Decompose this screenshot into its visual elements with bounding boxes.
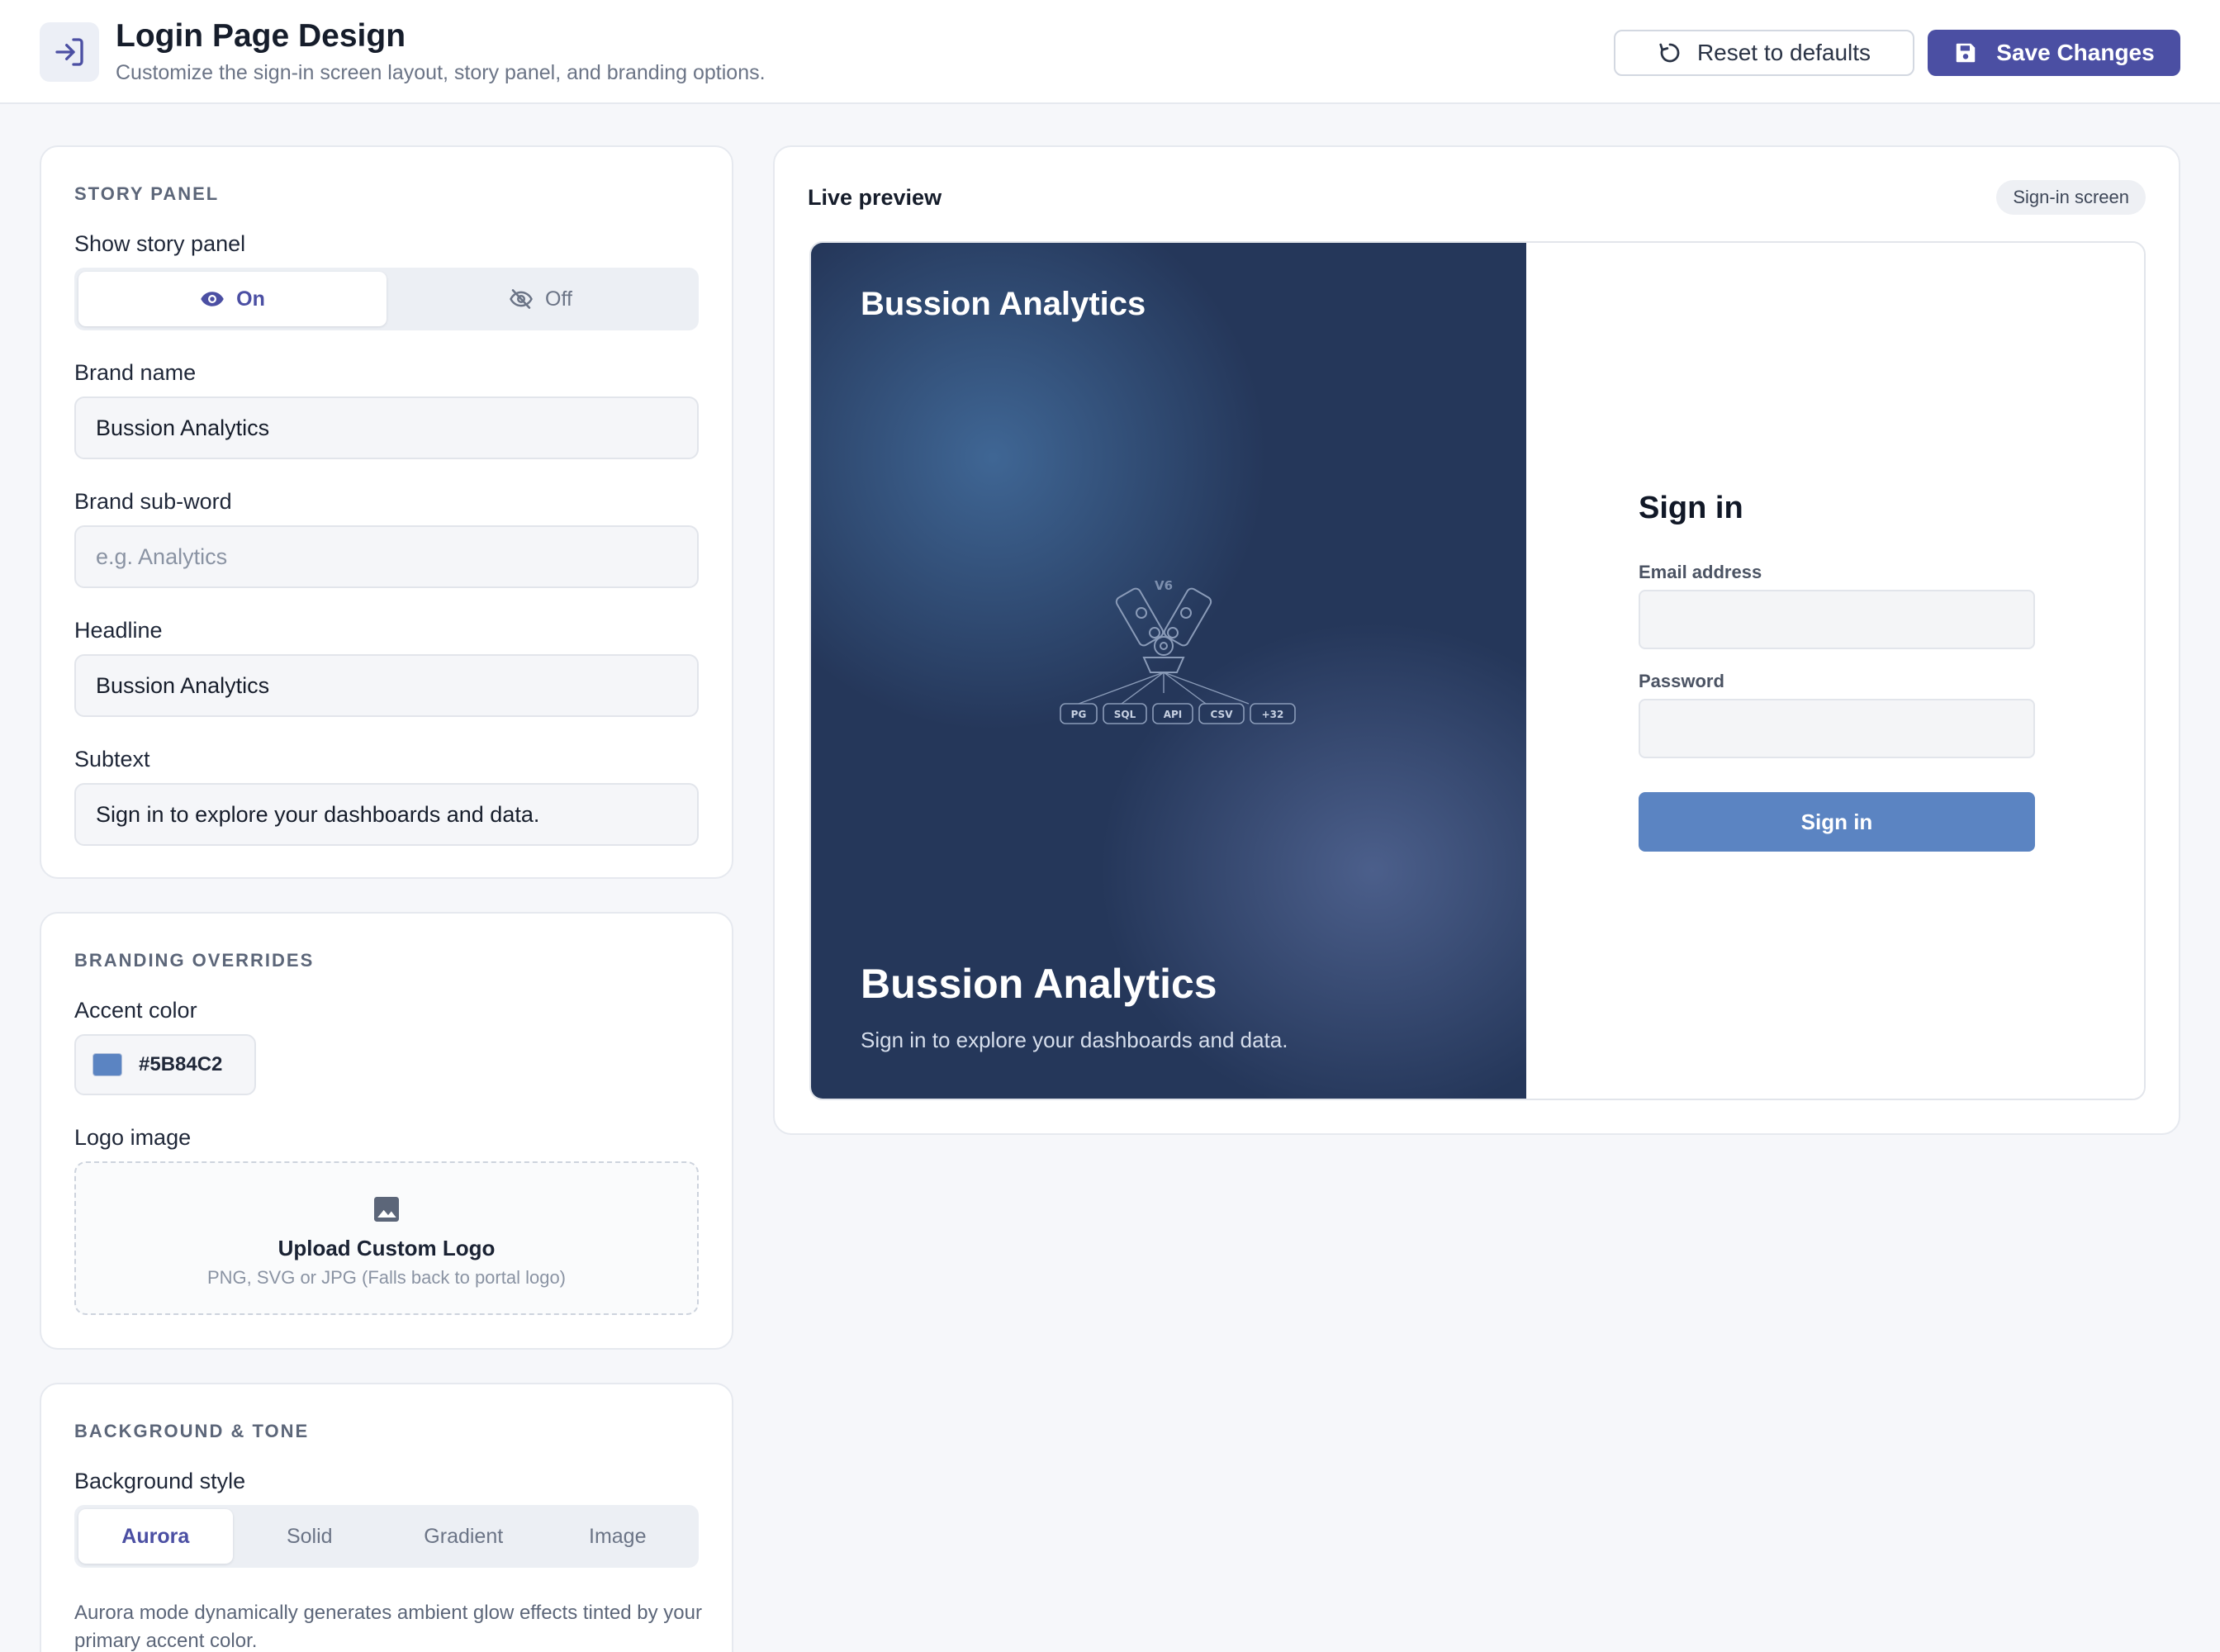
accent-color-value: #5B84C2 — [139, 1053, 223, 1075]
background-tone-card: BACKGROUND & TONE Background style Auror… — [40, 1383, 733, 1652]
page-header: Login Page Design Customize the sign-in … — [0, 0, 2220, 104]
eye-icon — [201, 292, 224, 306]
image-icon — [374, 1197, 399, 1222]
reset-defaults-button[interactable]: Reset to defaults — [1614, 30, 1914, 76]
preview-title: Live preview — [808, 185, 942, 210]
brand-name-label: Brand name — [74, 360, 197, 385]
source-tag-sql: SQL — [1114, 709, 1136, 720]
color-swatch — [92, 1053, 122, 1076]
subtext-label: Subtext — [74, 747, 150, 771]
aurora-note: Aurora mode dynamically generates ambien… — [74, 1602, 702, 1652]
save-icon — [1957, 43, 1976, 63]
toggle-on-option[interactable]: On — [78, 272, 387, 326]
save-label: Save Changes — [1996, 40, 2155, 65]
page-title: Login Page Design — [116, 18, 406, 54]
live-preview-card: Live preview Sign-in screen Bussion Anal… — [773, 145, 2180, 1135]
headline-input[interactable]: Bussion Analytics — [74, 654, 699, 717]
password-label: Password — [1639, 671, 1724, 691]
story-headline: Bussion Analytics — [861, 961, 1217, 1007]
connector-lines — [1078, 672, 1250, 705]
background-style-selector: Aurora Solid Gradient Image — [74, 1505, 699, 1568]
accent-color-picker[interactable]: #5B84C2 — [74, 1034, 256, 1095]
brand-subword-input[interactable]: e.g. Analytics — [74, 525, 699, 588]
style-option-aurora[interactable]: Aurora — [78, 1509, 233, 1564]
upload-hint: PNG, SVG or JPG (Falls back to portal lo… — [206, 1267, 567, 1288]
data-engine-illustration: V6 PG SQL API CSV +32 — [1060, 578, 1296, 724]
reset-icon — [1659, 43, 1680, 63]
page-subtitle: Customize the sign-in screen layout, sto… — [116, 61, 766, 84]
eye-off-icon — [510, 289, 533, 309]
headline-label: Headline — [74, 618, 163, 643]
engine-icon — [1115, 587, 1212, 673]
branding-overrides-card: BRANDING OVERRIDES Accent color #5B84C2 … — [40, 912, 733, 1350]
toggle-on-label: On — [236, 287, 265, 311]
preview-frame: Bussion Analytics V6 PG SQL API CSV +32 … — [809, 241, 2146, 1100]
show-story-label: Show story panel — [74, 231, 246, 256]
save-changes-button[interactable]: Save Changes — [1928, 30, 2180, 76]
email-field[interactable] — [1639, 590, 2035, 649]
engine-label: V6 — [1155, 578, 1173, 593]
style-option-gradient[interactable]: Gradient — [387, 1509, 541, 1564]
brand-subword-label: Brand sub-word — [74, 489, 232, 514]
subtext-input[interactable]: Sign in to explore your dashboards and d… — [74, 783, 699, 846]
logo-upload-dropzone[interactable]: Upload Custom Logo PNG, SVG or JPG (Fall… — [74, 1161, 699, 1315]
toggle-off-option[interactable]: Off — [387, 272, 695, 326]
logo-image-label: Logo image — [74, 1125, 192, 1150]
style-option-image[interactable]: Image — [541, 1509, 695, 1564]
reset-label: Reset to defaults — [1696, 40, 1871, 65]
password-field[interactable] — [1639, 699, 2035, 758]
style-option-solid[interactable]: Solid — [233, 1509, 387, 1564]
story-panel-preview: Bussion Analytics V6 PG SQL API CSV +32 … — [811, 243, 1526, 1099]
source-tag-csv: CSV — [1211, 709, 1234, 720]
story-subtext: Sign in to explore your dashboards and d… — [861, 1028, 1288, 1052]
brand-name-input[interactable]: Bussion Analytics — [74, 396, 699, 459]
accent-color-label: Accent color — [74, 998, 197, 1023]
signin-button[interactable]: Sign in — [1639, 792, 2035, 852]
story-panel-card: STORY PANEL Show story panel On Off Bran… — [40, 145, 733, 879]
section-title: STORY PANEL — [74, 183, 220, 204]
email-label: Email address — [1639, 562, 1762, 582]
source-tag-api: API — [1164, 709, 1183, 720]
toggle-off-label: Off — [545, 287, 572, 311]
section-title: BACKGROUND & TONE — [74, 1421, 310, 1441]
source-tag-pg: PG — [1071, 709, 1087, 720]
source-tag-more: +32 — [1262, 709, 1284, 720]
story-brand: Bussion Analytics — [861, 286, 1146, 322]
section-title: BRANDING OVERRIDES — [74, 950, 315, 971]
preview-badge: Sign-in screen — [1996, 180, 2146, 215]
story-toggle: On Off — [74, 268, 699, 330]
upload-title: Upload Custom Logo — [278, 1236, 496, 1260]
background-style-label: Background style — [74, 1469, 246, 1493]
login-icon — [40, 22, 99, 82]
signin-title: Sign in — [1639, 491, 1743, 525]
signin-panel-preview: Sign in Email address Password Sign in — [1526, 243, 2144, 1099]
